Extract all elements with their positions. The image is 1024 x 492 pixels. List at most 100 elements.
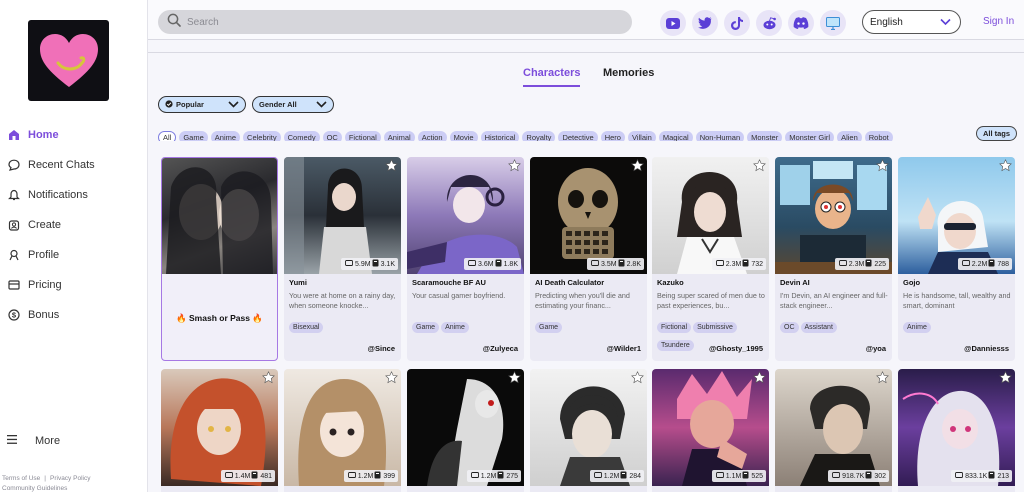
tag-comedy[interactable]: Comedy [283,131,320,141]
star-icon[interactable] [999,159,1012,177]
character-card[interactable]: 3.5M 2.8K AI Death Calculator Predicting… [530,157,647,361]
sidebar-item-notifications[interactable]: Notifications [0,180,148,210]
tag-magical[interactable]: Magical [658,131,693,141]
character-card[interactable]: 2.3M 732 Kazuko Being super scared of me… [652,157,769,361]
card-tag[interactable]: Submissive [693,322,737,333]
character-card[interactable]: 5.9M 3.1K Yumi You were at home on a rai… [284,157,401,361]
tag-celebrity[interactable]: Celebrity [243,131,281,141]
sidebar-item-pricing[interactable]: Pricing [0,270,148,300]
sidebar-item-create[interactable]: Create [0,210,148,240]
sidebar-item-home[interactable]: Home [0,120,148,150]
character-card[interactable]: 1.2M 284 [530,369,647,492]
tag-animal[interactable]: Animal [383,131,415,141]
content-tabs: Characters Memories [148,66,1024,87]
card-stats: 1.4M 481 [220,470,275,482]
terms-link[interactable]: Terms of Use [2,475,40,482]
creator-handle[interactable]: @yoa [866,344,886,353]
tag-royalty[interactable]: Royalty [522,131,556,141]
card-tag[interactable]: Game [412,322,440,333]
character-card[interactable]: 1.4M 481 [161,369,278,492]
tag-monster-girl[interactable]: Monster Girl [785,131,835,141]
gender-dropdown[interactable]: Gender All [252,96,334,113]
language-select[interactable]: English [862,10,961,34]
creator-handle[interactable]: @Wilder1 [607,344,641,353]
check-circle-icon [165,99,173,110]
tab-characters[interactable]: Characters [523,67,581,87]
character-card[interactable]: 1.1M 525 [652,369,769,492]
star-icon[interactable] [262,371,275,389]
search-icon [167,13,181,32]
more-button[interactable]: More [7,435,60,447]
like-count: 275 [506,472,518,480]
character-card[interactable]: 3.6M 1.8K Scaramouche BF AU Your casual … [407,157,524,361]
chat-count-icon [470,471,479,481]
sort-dropdown[interactable]: Popular [158,96,246,113]
like-count: 1.8K [503,260,518,268]
character-card[interactable]: 2.2M 788 Gojo He is handsome, tall, weal… [898,157,1015,361]
app-logo[interactable] [28,20,109,101]
star-icon[interactable] [999,371,1012,389]
tiktok-icon[interactable] [724,10,750,36]
sidebar-item-profile[interactable]: Profile [0,240,148,270]
star-icon[interactable] [631,371,644,389]
card-tag[interactable]: Bisexual [289,322,324,333]
card-tag[interactable]: Anime [441,322,469,333]
reddit-icon[interactable] [756,10,782,36]
tag-hero[interactable]: Hero [600,131,625,141]
tag-anime[interactable]: Anime [210,131,241,141]
tag-fictional[interactable]: Fictional [344,131,381,141]
tag-alien[interactable]: Alien [837,131,862,141]
sign-in-button[interactable]: Sign In [983,16,1014,27]
tag-robot[interactable]: Robot [864,131,893,141]
star-icon[interactable] [631,159,644,177]
twitter-icon[interactable] [692,10,718,36]
tag-movie[interactable]: Movie [449,131,478,141]
card-tag[interactable]: Fictional [657,322,692,333]
tag-non-human[interactable]: Non-Human [695,131,745,141]
tag-game[interactable]: Game [179,131,208,141]
character-card[interactable]: 833.1K 213 [898,369,1015,492]
tag-oc[interactable]: OC [322,131,342,141]
character-card[interactable]: 1.2M 275 [407,369,524,492]
community-link[interactable]: Community Guidelines [2,485,67,492]
character-card[interactable]: 1.2M 399 [284,369,401,492]
star-icon[interactable] [876,371,889,389]
tag-historical[interactable]: Historical [480,131,520,141]
character-description: He is handsome, tall, wealthy and smart,… [903,291,1011,310]
search-input[interactable] [187,16,587,28]
discord-icon[interactable] [788,10,814,36]
desktop-icon[interactable] [820,10,846,36]
star-icon[interactable] [385,159,398,177]
tag-monster[interactable]: Monster [747,131,783,141]
card-tag[interactable]: OC [780,322,799,333]
smash-or-pass-card[interactable]: 🔥 Smash or Pass 🔥 [161,157,278,361]
creator-handle[interactable]: @Since [368,344,395,353]
search-bar[interactable] [158,10,632,34]
privacy-link[interactable]: Privacy Policy [50,475,90,482]
creator-handle[interactable]: @Zulyeca [483,344,518,353]
youtube-icon[interactable] [660,10,686,36]
star-icon[interactable] [876,159,889,177]
star-icon[interactable] [753,159,766,177]
card-tag[interactable]: Tsundere [657,340,694,351]
character-card[interactable]: 2.3M 225 Devin AI I'm Devin, an AI engin… [775,157,892,361]
creator-handle[interactable]: @Danniesss [964,344,1009,353]
tag-detective[interactable]: Detective [558,131,598,141]
all-tags-button[interactable]: All tags [976,126,1017,141]
card-tag[interactable]: Game [535,322,563,333]
star-icon[interactable] [508,159,521,177]
tab-memories[interactable]: Memories [603,67,654,79]
card-tag[interactable]: Assistant [800,322,837,333]
tag-all[interactable]: All [158,131,177,141]
tag-villain[interactable]: Villain [627,131,656,141]
chat-count-icon [832,471,841,481]
star-icon[interactable] [385,371,398,389]
star-icon[interactable] [753,371,766,389]
character-card[interactable]: 918.7K 302 [775,369,892,492]
star-icon[interactable] [508,371,521,389]
sidebar-item-recent-chats[interactable]: Recent Chats [0,150,148,180]
tag-action[interactable]: Action [417,131,447,141]
creator-handle[interactable]: @Ghosty_1995 [709,344,763,353]
card-tag[interactable]: Anime [903,322,931,333]
sidebar-item-bonus[interactable]: $ Bonus [0,300,148,330]
